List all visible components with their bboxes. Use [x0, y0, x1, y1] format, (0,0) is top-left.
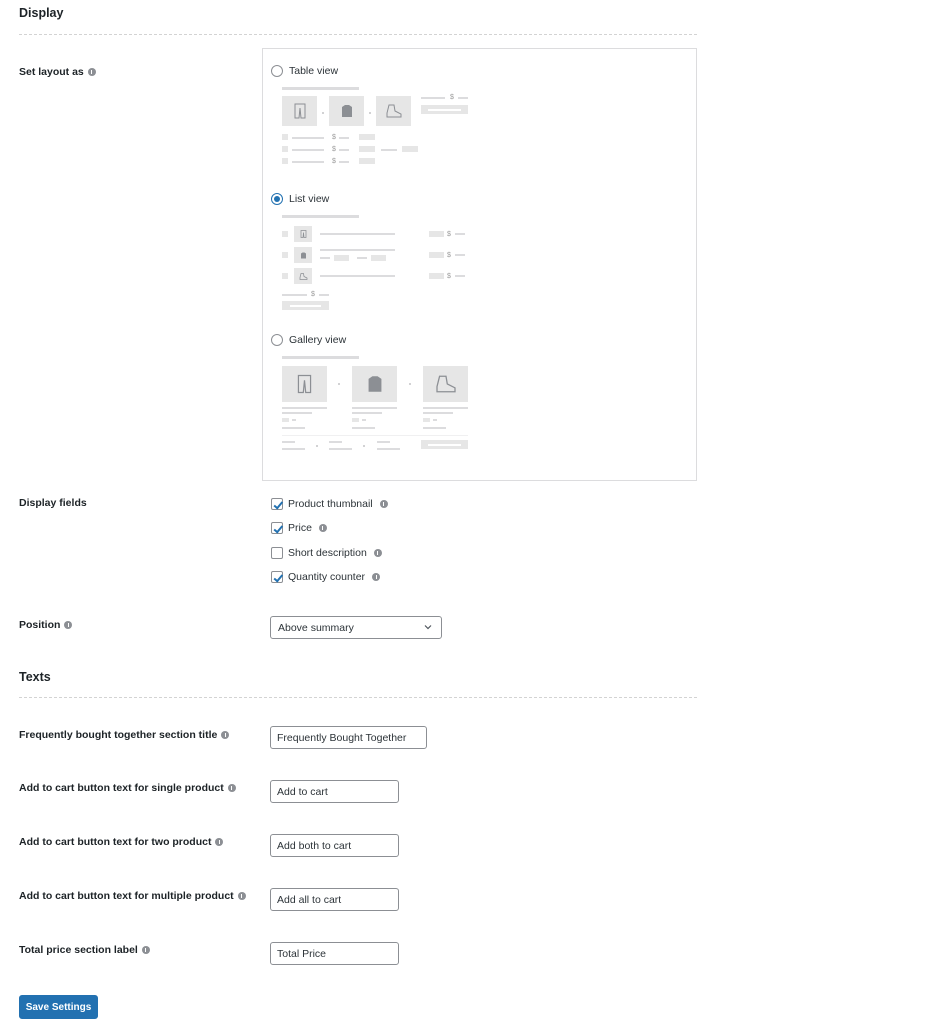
chevron-down-icon	[424, 625, 432, 630]
checkbox[interactable]	[271, 498, 283, 510]
radio-label: List view	[289, 193, 330, 205]
shirt-icon	[352, 366, 397, 402]
single-product-button-text-input[interactable]	[270, 780, 399, 803]
checkbox-short-description[interactable]: Short description	[271, 547, 382, 559]
info-icon[interactable]	[318, 524, 327, 532]
radio-label: Table view	[289, 65, 339, 77]
radio-table-view[interactable]: Table view	[271, 65, 338, 77]
shoe-icon	[376, 96, 411, 126]
checkbox-price[interactable]: Price	[271, 522, 327, 534]
info-icon[interactable]	[215, 838, 224, 846]
display-fields-label: Display fields	[19, 497, 87, 509]
section-title-texts: Texts	[19, 670, 51, 684]
checkbox-product-thumbnail[interactable]: Product thumbnail	[271, 498, 388, 510]
section-divider	[19, 697, 697, 698]
info-icon[interactable]	[87, 68, 96, 76]
checkbox-quantity-counter[interactable]: Quantity counter	[271, 571, 381, 583]
pants-icon	[282, 366, 327, 402]
two-product-label: Add to cart button text for two product	[19, 836, 224, 848]
info-icon[interactable]	[64, 621, 73, 629]
radio-button[interactable]	[271, 65, 283, 77]
display-fields-label-text: Display fields	[19, 497, 87, 509]
shirt-icon	[294, 247, 312, 263]
checkbox[interactable]	[271, 522, 283, 534]
multiple-product-label: Add to cart button text for multiple pro…	[19, 890, 246, 902]
layout-label-text: Set layout as	[19, 66, 84, 78]
label-text: Frequently bought together section title	[19, 729, 218, 741]
info-icon[interactable]	[379, 500, 388, 508]
section-title-display: Display	[19, 6, 64, 20]
section-divider	[19, 34, 697, 35]
section-title-field-label: Frequently bought together section title	[19, 729, 230, 741]
shirt-icon	[329, 96, 364, 126]
label-text: Add to cart button text for two product	[19, 836, 212, 848]
position-select-value: Above summary	[278, 622, 354, 634]
label-text: Add to cart button text for multiple pro…	[19, 890, 234, 902]
radio-button[interactable]	[271, 193, 283, 205]
two-product-button-text-input[interactable]	[270, 834, 399, 857]
single-product-label: Add to cart button text for single produ…	[19, 782, 236, 794]
shoe-icon	[294, 268, 312, 284]
layout-label: Set layout as	[19, 66, 96, 78]
info-icon[interactable]	[373, 549, 382, 557]
pants-icon	[282, 96, 317, 126]
label-text: Total price section label	[19, 944, 138, 956]
total-price-label-input[interactable]	[270, 942, 399, 965]
radio-list-view[interactable]: List view	[271, 193, 329, 205]
info-icon[interactable]	[372, 573, 381, 581]
label-text: Add to cart button text for single produ…	[19, 782, 224, 794]
position-label-text: Position	[19, 619, 61, 631]
info-icon[interactable]	[141, 946, 150, 954]
checkbox-label: Product thumbnail	[288, 498, 373, 510]
position-select[interactable]: Above summary	[270, 616, 442, 639]
checkbox-label: Price	[288, 522, 312, 534]
checkbox-label: Quantity counter	[288, 571, 366, 583]
pants-icon	[294, 226, 312, 242]
section-title-input[interactable]	[270, 726, 427, 749]
save-settings-button[interactable]: Save Settings	[19, 995, 98, 1019]
checkbox-label: Short description	[288, 547, 367, 559]
radio-label: Gallery view	[289, 334, 347, 346]
multiple-product-button-text-input[interactable]	[270, 888, 399, 911]
info-icon[interactable]	[227, 784, 236, 792]
layout-options-box: Table view $ $ $ $ List view $ $ $ $ Gal…	[262, 48, 697, 481]
radio-button[interactable]	[271, 334, 283, 346]
info-icon[interactable]	[237, 892, 246, 900]
position-label: Position	[19, 619, 73, 631]
shoe-icon	[423, 366, 468, 402]
total-price-label: Total price section label	[19, 944, 150, 956]
info-icon[interactable]	[221, 731, 230, 739]
checkbox[interactable]	[271, 571, 283, 583]
radio-gallery-view[interactable]: Gallery view	[271, 334, 346, 346]
checkbox[interactable]	[271, 547, 283, 559]
